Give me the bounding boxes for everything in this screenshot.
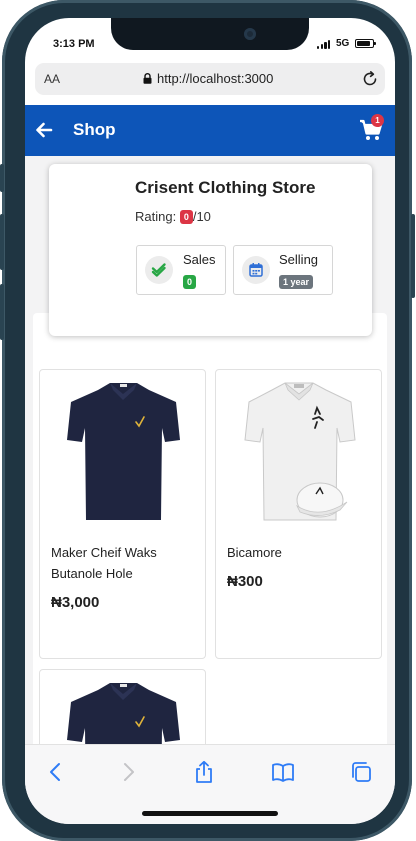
- product-name[interactable]: Bicamore: [227, 542, 375, 563]
- signal-icon: [317, 40, 331, 49]
- sales-label: Sales: [183, 252, 216, 267]
- app-header: Shop 1: [25, 105, 395, 156]
- volume-down-button: [0, 284, 4, 340]
- address-bar[interactable]: AA http://localhost:3000: [35, 63, 385, 95]
- back-arrow-icon[interactable]: [35, 121, 53, 139]
- mute-switch: [0, 164, 4, 192]
- power-button: [411, 214, 415, 298]
- sales-stat: Sales 0: [136, 245, 226, 295]
- cart-count-badge: 1: [371, 114, 384, 127]
- selling-value-badge: 1 year: [279, 275, 314, 289]
- white-polo-shirt-image[interactable]: [216, 370, 382, 530]
- status-time: 3:13 PM: [53, 38, 95, 50]
- navy-polo-shirt-image[interactable]: [40, 370, 206, 530]
- volume-up-button: [0, 214, 4, 270]
- forward-icon[interactable]: [116, 760, 140, 784]
- share-icon[interactable]: [192, 760, 216, 784]
- page-title: Shop: [73, 120, 116, 139]
- phone-frame: 3:13 PM 5G AA http://localhost:3000 Shop…: [0, 0, 415, 841]
- store-name: Crisent Clothing Store: [135, 178, 316, 197]
- product-card[interactable]: Maker Cheif Waks Butanole Hole ₦3,000: [39, 369, 206, 659]
- selling-stat: Selling 1 year: [233, 245, 333, 295]
- calendar-icon: [242, 256, 270, 284]
- rating-max: /10: [192, 209, 211, 224]
- home-indicator[interactable]: [142, 811, 278, 816]
- screen: 3:13 PM 5G AA http://localhost:3000 Shop…: [25, 18, 395, 824]
- product-name[interactable]: Maker Cheif Waks Butanole Hole: [51, 542, 199, 584]
- battery-icon: [355, 39, 376, 48]
- network-label: 5G: [336, 38, 350, 49]
- sales-value-badge: 0: [183, 275, 197, 289]
- navy-polo-shirt-image[interactable]: [40, 670, 206, 744]
- camera-icon: [244, 28, 256, 40]
- product-price: ₦3,000: [51, 594, 100, 611]
- rating-value-badge: 0: [179, 210, 193, 224]
- reload-icon[interactable]: [361, 70, 379, 88]
- selling-label: Selling: [279, 252, 319, 267]
- product-card[interactable]: [39, 669, 206, 744]
- page-content: Crisent Clothing Store Rating: 0/10 Sale…: [25, 156, 395, 744]
- product-price: ₦300: [227, 573, 263, 590]
- lock-icon: [143, 73, 152, 84]
- store-rating: Rating: 0/10: [135, 209, 211, 224]
- check-icon: [145, 256, 173, 284]
- tabs-icon[interactable]: [349, 760, 373, 784]
- rating-label: Rating:: [135, 209, 177, 224]
- bookmarks-icon[interactable]: [271, 760, 295, 784]
- store-info-card: Crisent Clothing Store Rating: 0/10 Sale…: [49, 164, 372, 336]
- browser-toolbar: [25, 744, 395, 824]
- text-size-button[interactable]: AA: [44, 72, 60, 86]
- back-icon[interactable]: [44, 760, 68, 784]
- url-text[interactable]: http://localhost:3000: [157, 71, 273, 86]
- product-card[interactable]: Bicamore ₦300: [215, 369, 382, 659]
- notch: [111, 18, 309, 50]
